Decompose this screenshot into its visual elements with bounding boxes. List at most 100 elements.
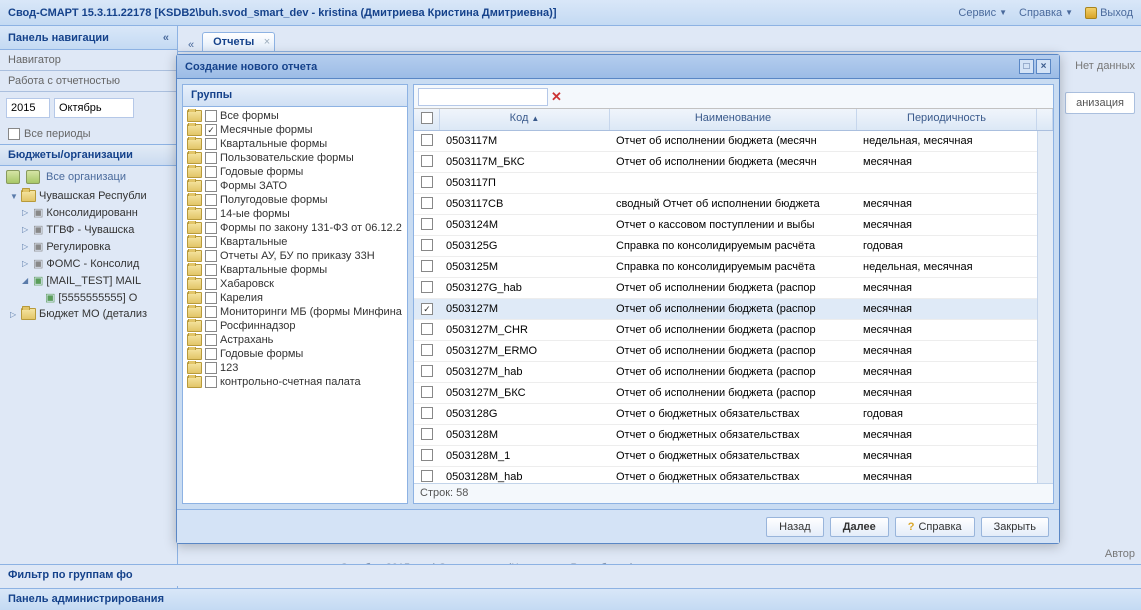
group-checkbox[interactable] [205, 194, 217, 206]
row-checkbox[interactable] [421, 176, 433, 188]
table-row[interactable]: 0503127M_ERMOОтчет об исполнении бюджета… [414, 341, 1037, 362]
row-checkbox[interactable] [421, 428, 433, 440]
next-button[interactable]: Далее [830, 517, 889, 537]
group-item[interactable]: Квартальные [185, 235, 405, 249]
tree-node[interactable]: ▷Бюджет МО (детализ [0, 306, 177, 322]
group-item[interactable]: ✓Месячные формы [185, 123, 405, 137]
group-checkbox[interactable] [205, 348, 217, 360]
table-row[interactable]: 0503125МСправка по консолидируемым расчё… [414, 257, 1037, 278]
row-checkbox[interactable] [421, 155, 433, 167]
table-row[interactable]: 0503124МОтчет о кассовом поступлении и в… [414, 215, 1037, 236]
help-button[interactable]: ?Справка [895, 517, 975, 537]
select-all-checkbox[interactable] [421, 112, 433, 124]
table-row[interactable]: 0503117СВсводный Отчет об исполнении бюд… [414, 194, 1037, 215]
row-checkbox[interactable] [421, 386, 433, 398]
group-checkbox[interactable] [205, 278, 217, 290]
row-checkbox[interactable] [421, 134, 433, 146]
link-service[interactable]: Сервис▼ [958, 7, 1007, 19]
group-item[interactable]: Все формы [185, 109, 405, 123]
maximize-icon[interactable]: □ [1019, 59, 1034, 74]
group-item[interactable]: 14-ые формы [185, 207, 405, 221]
group-checkbox[interactable] [205, 180, 217, 192]
table-row[interactable]: 0503117М_БКСОтчет об исполнении бюджета … [414, 152, 1037, 173]
table-row[interactable]: ✓0503127МОтчет об исполнении бюджета (ра… [414, 299, 1037, 320]
tree-node[interactable]: ▷▣Регулировка [0, 238, 177, 255]
col-period[interactable]: Периодичность [857, 109, 1037, 130]
row-checkbox[interactable] [421, 449, 433, 461]
group-checkbox[interactable] [205, 292, 217, 304]
tab-reports[interactable]: Отчеты × [202, 32, 275, 51]
tree-node[interactable]: ▷▣ФОМС - Консолид [0, 255, 177, 272]
group-checkbox[interactable] [205, 376, 217, 388]
group-checkbox[interactable] [205, 236, 217, 248]
col-name[interactable]: Наименование [610, 109, 857, 130]
group-item[interactable]: Формы ЗАТО [185, 179, 405, 193]
group-item[interactable]: 123 [185, 361, 405, 375]
year-input[interactable] [6, 98, 50, 118]
clear-search-icon[interactable]: ✕ [551, 89, 562, 105]
close-button[interactable]: Закрыть [981, 517, 1049, 537]
admin-panel-bar[interactable]: Панель администрирования [0, 588, 1141, 610]
row-checkbox[interactable] [421, 344, 433, 356]
group-item[interactable]: Росфиннадзор [185, 319, 405, 333]
row-checkbox[interactable] [421, 323, 433, 335]
tree-node[interactable]: ▼Чувашская Республи [0, 188, 177, 204]
group-item[interactable]: Годовые формы [185, 347, 405, 361]
row-checkbox[interactable] [421, 470, 433, 482]
table-row[interactable]: 0503127G_habОтчет об исполнении бюджета … [414, 278, 1037, 299]
group-item[interactable]: Отчеты АУ, БУ по приказу 33Н [185, 249, 405, 263]
group-item[interactable]: Пользовательские формы [185, 151, 405, 165]
group-checkbox[interactable] [205, 152, 217, 164]
row-checkbox[interactable] [421, 407, 433, 419]
group-item[interactable]: Хабаровск [185, 277, 405, 291]
month-input[interactable] [54, 98, 134, 118]
group-checkbox[interactable] [205, 362, 217, 374]
tree-node[interactable]: ▷▣Консолидированн [0, 204, 177, 221]
table-row[interactable]: 0503128M_habОтчет о бюджетных обязательс… [414, 467, 1037, 483]
group-item[interactable]: Квартальные формы [185, 263, 405, 277]
group-checkbox[interactable] [205, 306, 217, 318]
group-checkbox[interactable] [205, 334, 217, 346]
row-checkbox[interactable] [421, 218, 433, 230]
group-checkbox[interactable] [205, 264, 217, 276]
group-checkbox[interactable] [205, 208, 217, 220]
grid-scrollbar[interactable] [1037, 131, 1053, 483]
row-checkbox[interactable] [421, 260, 433, 272]
toolbar-icon-2[interactable] [26, 170, 40, 184]
row-checkbox[interactable]: ✓ [421, 303, 433, 315]
link-exit[interactable]: Выход [1085, 7, 1133, 19]
tree-node[interactable]: ◢▣[MAIL_TEST] MAIL [0, 272, 177, 289]
row-checkbox[interactable] [421, 281, 433, 293]
table-row[interactable]: 0503128GОтчет о бюджетных обязательствах… [414, 404, 1037, 425]
back-button[interactable]: Назад [766, 517, 824, 537]
row-checkbox[interactable] [421, 197, 433, 209]
row-checkbox[interactable] [421, 365, 433, 377]
group-item[interactable]: Карелия [185, 291, 405, 305]
group-item[interactable]: контрольно-счетная палата [185, 375, 405, 389]
tab-reports-work[interactable]: Работа с отчетностью [0, 71, 177, 92]
group-checkbox[interactable] [205, 166, 217, 178]
row-checkbox[interactable] [421, 239, 433, 251]
collapse-tabs-icon[interactable]: « [182, 39, 200, 51]
close-tab-icon[interactable]: × [264, 36, 270, 48]
col-code[interactable]: Код ▲ [440, 109, 610, 130]
group-item[interactable]: Астрахань [185, 333, 405, 347]
table-row[interactable]: 0503117П [414, 173, 1037, 194]
group-checkbox[interactable] [205, 250, 217, 262]
collapse-nav-icon[interactable]: « [163, 32, 169, 44]
table-row[interactable]: 0503127М_БКСОтчет об исполнении бюджета … [414, 383, 1037, 404]
table-row[interactable]: 0503127M_CHRОтчет об исполнении бюджета … [414, 320, 1037, 341]
search-input[interactable] [418, 88, 548, 106]
tab-navigator[interactable]: Навигатор [0, 50, 177, 71]
group-checkbox[interactable] [205, 138, 217, 150]
table-row[interactable]: 0503128МОтчет о бюджетных обязательствах… [414, 425, 1037, 446]
group-item[interactable]: Полугодовые формы [185, 193, 405, 207]
group-filter-bar[interactable]: Фильтр по группам фо [0, 564, 1141, 586]
tree-node[interactable]: ▷▣ТГВФ - Чувашска [0, 221, 177, 238]
side-tab-org[interactable]: анизация [1065, 92, 1135, 114]
group-checkbox[interactable] [205, 222, 217, 234]
group-item[interactable]: Квартальные формы [185, 137, 405, 151]
toolbar-icon-1[interactable] [6, 170, 20, 184]
group-checkbox[interactable]: ✓ [205, 124, 217, 136]
group-item[interactable]: Годовые формы [185, 165, 405, 179]
